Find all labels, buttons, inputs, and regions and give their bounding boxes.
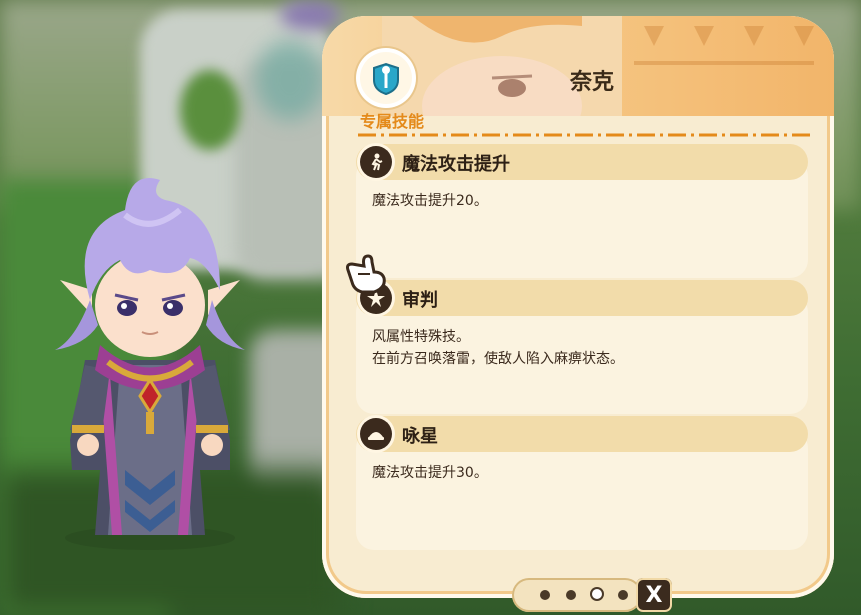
page-indicator[interactable] [512, 578, 642, 612]
skill-description: 风属性特殊技。 在前方召唤落雷，使敌人陷入麻痹状态。 [372, 329, 624, 367]
skill-name: 魔法攻击提升 [402, 154, 510, 175]
magic-staff-icon [360, 52, 412, 104]
skill-description: 魔法攻击提升20。 [372, 193, 488, 209]
page-dot[interactable] [540, 590, 550, 600]
skill-description: 魔法攻击提升30。 [372, 465, 488, 481]
skill-entry: 审判 风属性特殊技。 在前方召唤落雷，使敌人陷入麻痹状态。 [356, 280, 808, 420]
pointer-hand-icon [346, 254, 386, 294]
skill-name: 审判 [402, 290, 438, 311]
background-teal-ornament [255, 40, 325, 120]
page-dot[interactable] [566, 590, 576, 600]
header-pattern [634, 26, 814, 65]
magic-hat-icon [360, 418, 392, 450]
skill-panel: 奈克 专属技能 魔法攻击提升 魔法攻击提升20。 审判 风属性特殊技。 在前方召… [322, 16, 834, 598]
skill-entry: 咏星 魔法攻击提升30。 [356, 416, 808, 556]
skill-entry: 魔法攻击提升 魔法攻击提升20。 [356, 144, 808, 284]
page-dot[interactable] [618, 590, 628, 600]
page-dot-active[interactable] [592, 589, 602, 599]
game-screen: 奈克 专属技能 魔法攻击提升 魔法攻击提升20。 审判 风属性特殊技。 在前方召… [0, 0, 861, 615]
background-foliage [180, 70, 240, 150]
character-model [55, 178, 245, 550]
section-label: 专属技能 [360, 112, 425, 131]
panel-header: 奈克 [322, 16, 834, 116]
panel-title: 奈克 [569, 70, 614, 95]
running-figure-icon [360, 146, 392, 178]
close-button[interactable]: X [636, 578, 672, 612]
section-divider [358, 133, 810, 137]
skill-name: 咏星 [402, 426, 438, 447]
